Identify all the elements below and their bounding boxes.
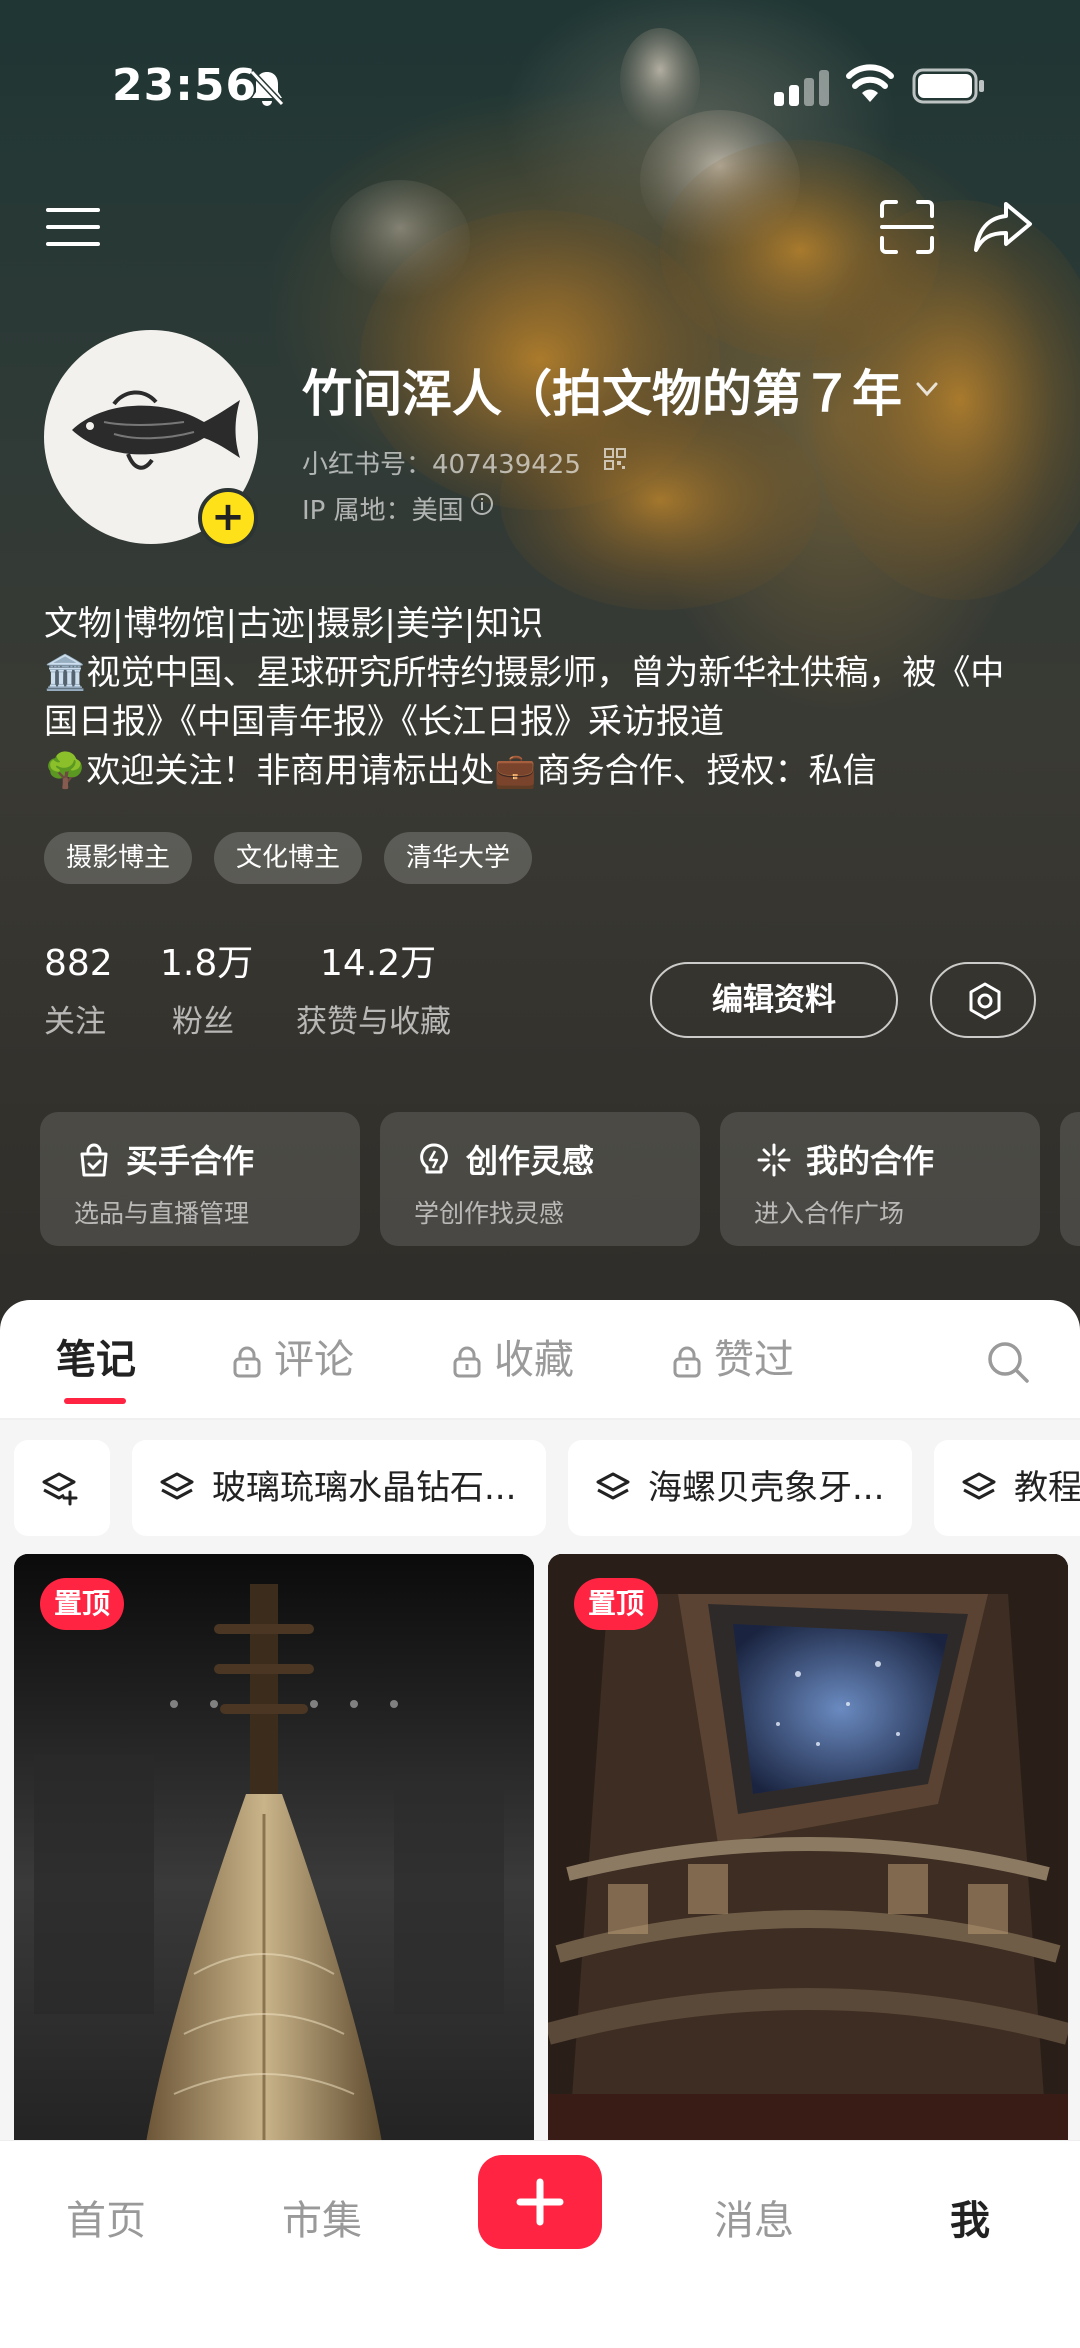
- new-collection-button[interactable]: [14, 1440, 110, 1536]
- status-time: 23:56: [112, 60, 258, 111]
- profile-header: 23:56 + 竹间浑人（拍文物的第７年 小红书号：407439425 IP 属…: [0, 0, 1080, 1340]
- settings-button[interactable]: [930, 962, 1036, 1038]
- profile-tags: 摄影博主 文化博主 清华大学: [44, 832, 533, 884]
- sparkle-icon: [757, 1143, 791, 1177]
- followers-label: 粉丝: [172, 1004, 234, 1040]
- collection-label: 玻璃琉璃水晶钻石...: [212, 1468, 517, 1508]
- bio-line: 国日报》《中国青年报》《长江日报》采访报道: [44, 702, 724, 742]
- collection-chip[interactable]: 海螺贝壳象牙...: [568, 1440, 912, 1536]
- add-collection-icon: [42, 1472, 78, 1506]
- chevron-down-icon[interactable]: [912, 374, 942, 404]
- ip-location: IP 属地：美国: [302, 496, 464, 526]
- likes-stat[interactable]: 14.2万 获赞与收藏: [296, 940, 451, 1044]
- profile-tabs: 笔记 评论 收藏 赞过: [0, 1300, 1080, 1418]
- bag-icon: [80, 1143, 108, 1177]
- cellular-signal-icon: [774, 70, 829, 106]
- card-creative-inspiration[interactable]: 创作灵感 学创作找灵感: [380, 1112, 700, 1246]
- bio-line: 🌳欢迎关注！非商用请标出处💼商务合作、授权：私信: [44, 751, 877, 791]
- note-card[interactable]: 置顶: [14, 1554, 534, 2154]
- card-title: 买手合作: [126, 1142, 255, 1180]
- bio-line: 文物|博物馆|古迹|摄影|美学|知识: [44, 604, 544, 644]
- following-stat[interactable]: 882 关注: [44, 940, 113, 1044]
- card-my-cooperation[interactable]: 我的合作 进入合作广场: [720, 1112, 1040, 1246]
- card-subtitle: 学创作找灵感: [414, 1199, 565, 1228]
- tag-chip[interactable]: 清华大学: [384, 832, 533, 884]
- card-title: 我的合作: [806, 1142, 935, 1180]
- followers-count: 1.8万: [160, 943, 254, 984]
- bio-line: 🏛️视觉中国、星球研究所特约摄影师，曾为新华社供稿，被《中: [44, 653, 1005, 693]
- card-buyer-cooperation[interactable]: 买手合作 选品与直播管理: [40, 1112, 360, 1246]
- bulb-icon: [420, 1143, 448, 1174]
- following-count: 882: [44, 943, 113, 984]
- tomb-ceiling-photo: [548, 1554, 1068, 2154]
- collection-bar: 玻璃琉璃水晶钻石... 海螺贝壳象牙... 教程: [0, 1420, 1080, 1554]
- red-id: 小红书号：407439425: [302, 450, 581, 480]
- layers-icon: [962, 1472, 996, 1500]
- lock-icon: [233, 1346, 261, 1378]
- tab-comments[interactable]: 评论: [274, 1334, 354, 1386]
- qr-code-icon[interactable]: [604, 448, 626, 470]
- profile-bio: 文物|博物馆|古迹|摄影|美学|知识 🏛️视觉中国、星球研究所特约摄影师，曾为新…: [44, 600, 1044, 796]
- tab-liked[interactable]: 赞过: [714, 1334, 794, 1386]
- tab-notes[interactable]: 笔记: [56, 1334, 136, 1386]
- card-title: 创作灵感: [466, 1142, 595, 1180]
- tag-chip[interactable]: 摄影博主: [44, 832, 193, 884]
- nav-market[interactable]: 市集: [282, 2195, 362, 2247]
- add-avatar-button[interactable]: +: [198, 488, 258, 548]
- followers-stat[interactable]: 1.8万 粉丝: [160, 940, 253, 1044]
- info-icon[interactable]: [470, 492, 494, 516]
- collection-label: 教程: [1014, 1468, 1080, 1508]
- lock-icon: [453, 1346, 481, 1378]
- tag-chip[interactable]: 文化博主: [214, 832, 363, 884]
- card-partial[interactable]: [1060, 1112, 1080, 1246]
- layers-icon: [596, 1472, 630, 1500]
- bell-off-icon: [249, 69, 285, 107]
- plus-icon: [516, 2178, 564, 2226]
- nav-home[interactable]: 首页: [66, 2195, 146, 2247]
- share-icon[interactable]: [972, 196, 1034, 258]
- following-label: 关注: [44, 1004, 106, 1040]
- status-bar: 23:56: [0, 0, 1080, 175]
- profile-nickname[interactable]: 竹间浑人（拍文物的第７年: [302, 354, 902, 426]
- gear-icon: [969, 982, 1001, 1020]
- pipa-lute-photo: [14, 1554, 534, 2154]
- pinned-badge: 置顶: [40, 1578, 125, 1630]
- likes-label: 获赞与收藏: [296, 1004, 451, 1040]
- note-card[interactable]: 置顶: [548, 1554, 1068, 2154]
- tab-favorites[interactable]: 收藏: [494, 1334, 574, 1386]
- search-icon[interactable]: [986, 1340, 1030, 1384]
- menu-icon[interactable]: [42, 196, 104, 258]
- active-tab-indicator: [64, 1398, 126, 1404]
- collection-chip[interactable]: 玻璃琉璃水晶钻石...: [132, 1440, 546, 1536]
- lock-icon: [673, 1346, 701, 1378]
- card-subtitle: 选品与直播管理: [74, 1199, 250, 1228]
- layers-icon: [160, 1472, 194, 1500]
- collection-chip[interactable]: 教程: [934, 1440, 1080, 1536]
- scan-icon[interactable]: [876, 196, 938, 258]
- likes-count: 14.2万: [320, 943, 437, 984]
- post-button[interactable]: [478, 2155, 602, 2249]
- wifi-icon: [846, 64, 894, 102]
- nav-messages[interactable]: 消息: [714, 2195, 794, 2247]
- card-subtitle: 进入合作广场: [754, 1199, 905, 1228]
- bottom-navigation: 首页 市集 消息 我: [0, 2140, 1080, 2348]
- edit-profile-button[interactable]: 编辑资料: [650, 962, 898, 1038]
- collection-label: 海螺贝壳象牙...: [648, 1468, 885, 1508]
- nav-me[interactable]: 我: [950, 2195, 990, 2247]
- pinned-badge: 置顶: [574, 1578, 659, 1630]
- battery-icon: [912, 68, 984, 104]
